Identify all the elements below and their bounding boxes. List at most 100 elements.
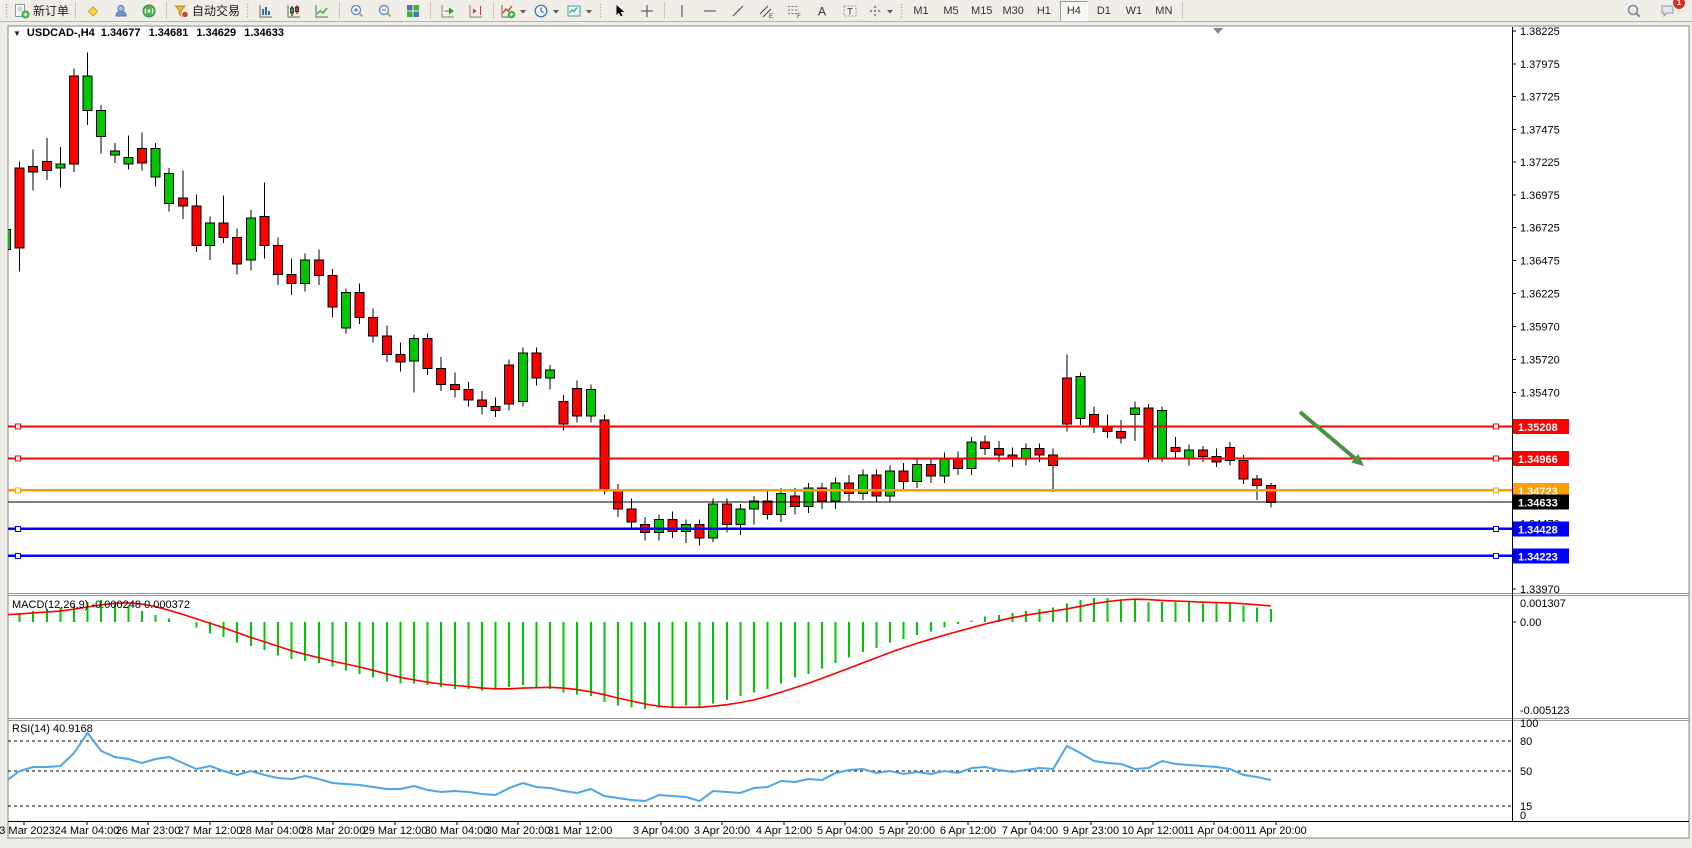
line-anchor-marker[interactable] (16, 424, 21, 429)
candle[interactable] (736, 509, 745, 525)
candle[interactable] (913, 464, 922, 481)
cursor-button[interactable] (605, 0, 633, 22)
candle[interactable] (138, 148, 147, 162)
candle[interactable] (954, 458, 963, 468)
candle[interactable] (777, 493, 786, 514)
candle[interactable] (1144, 408, 1153, 458)
candle[interactable] (246, 218, 255, 260)
candle[interactable] (219, 223, 228, 237)
candle[interactable] (1090, 415, 1099, 427)
timeframe-button-M30[interactable]: M30 (998, 1, 1027, 21)
dropdown-arrow-icon[interactable] (585, 4, 593, 18)
line-anchor-marker[interactable] (1494, 526, 1499, 531)
notifications-button[interactable]: 1 (1654, 0, 1682, 22)
timeframe-button-H1[interactable]: H1 (1030, 1, 1058, 21)
line-anchor-marker[interactable] (16, 456, 21, 461)
auto-scroll-button[interactable] (434, 0, 462, 22)
line-chart-button[interactable] (308, 0, 336, 22)
one-click-trading-arrow-icon[interactable]: ▼ (13, 29, 21, 38)
candle[interactable] (124, 158, 133, 165)
zoom-in-button[interactable] (343, 0, 371, 22)
candle[interactable] (110, 151, 119, 155)
candle[interactable] (314, 260, 323, 276)
line-anchor-marker[interactable] (1494, 424, 1499, 429)
news-signal-button[interactable] (135, 0, 163, 22)
candle[interactable] (233, 238, 242, 264)
candle[interactable] (1253, 479, 1262, 486)
candle[interactable] (654, 519, 663, 532)
timeframe-button-H4[interactable]: H4 (1060, 1, 1088, 21)
candle[interactable] (450, 384, 459, 389)
line-anchor-marker[interactable] (16, 526, 21, 531)
candle[interactable] (831, 483, 840, 501)
candle[interactable] (1239, 460, 1248, 478)
candle[interactable] (845, 483, 854, 493)
timeframe-button-M15[interactable]: M15 (967, 1, 996, 21)
candle[interactable] (151, 148, 160, 177)
timeframe-button-MN[interactable]: MN (1150, 1, 1178, 21)
candle[interactable] (614, 489, 623, 509)
candle[interactable] (178, 198, 187, 206)
candle[interactable] (981, 442, 990, 449)
fibonacci-button[interactable]: F (780, 0, 808, 22)
indicators-button[interactable] (497, 0, 530, 22)
candle[interactable] (42, 161, 51, 170)
candle[interactable] (437, 369, 446, 385)
periods-button[interactable] (530, 0, 563, 22)
candle[interactable] (600, 420, 609, 490)
candle[interactable] (423, 339, 432, 369)
text-label-button[interactable]: T (836, 0, 864, 22)
candle[interactable] (491, 407, 500, 411)
candle[interactable] (1158, 411, 1167, 458)
dropdown-arrow-icon[interactable] (519, 4, 527, 18)
candle[interactable] (2, 230, 11, 250)
dropdown-arrow-icon[interactable] (886, 4, 894, 18)
candlestick-chart-button[interactable] (280, 0, 308, 22)
candle[interactable] (1130, 408, 1139, 415)
timeframe-button-M1[interactable]: M1 (907, 1, 935, 21)
candle[interactable] (287, 274, 296, 283)
candle[interactable] (328, 276, 337, 307)
candle[interactable] (532, 353, 541, 378)
line-anchor-marker[interactable] (1494, 553, 1499, 558)
candle[interactable] (274, 245, 283, 274)
candle[interactable] (478, 400, 487, 407)
mql5-market-button[interactable] (79, 0, 107, 22)
toolbar-grip[interactable] (245, 3, 250, 19)
timeframe-button-M5[interactable]: M5 (937, 1, 965, 21)
new-order-button[interactable]: 新订单 (11, 0, 72, 22)
candle[interactable] (260, 217, 269, 246)
candle[interactable] (369, 318, 378, 336)
line-anchor-marker[interactable] (16, 553, 21, 558)
candle[interactable] (586, 390, 595, 416)
candle[interactable] (546, 370, 555, 378)
candle[interactable] (518, 353, 527, 402)
candle[interactable] (1062, 378, 1071, 424)
candle[interactable] (926, 464, 935, 476)
candle[interactable] (29, 167, 38, 172)
candle[interactable] (192, 206, 201, 245)
candle[interactable] (1171, 447, 1180, 451)
candle[interactable] (342, 293, 351, 328)
dropdown-arrow-icon[interactable] (552, 4, 560, 18)
toolbar-grip[interactable] (4, 3, 9, 19)
line-anchor-marker[interactable] (1494, 456, 1499, 461)
candle[interactable] (994, 449, 1003, 456)
candle[interactable] (1049, 455, 1058, 465)
candle[interactable] (886, 471, 895, 496)
auto-trading-button[interactable]: 自动交易 (170, 0, 243, 22)
equidistant-channel-button[interactable]: E (752, 0, 780, 22)
candle[interactable] (940, 458, 949, 476)
timeframe-button-W1[interactable]: W1 (1120, 1, 1148, 21)
candle[interactable] (301, 260, 310, 284)
candle[interactable] (382, 336, 391, 354)
tile-windows-button[interactable] (399, 0, 427, 22)
candle[interactable] (1198, 450, 1207, 457)
candle[interactable] (83, 76, 92, 110)
candle[interactable] (695, 525, 704, 538)
templates-button[interactable] (563, 0, 596, 22)
candle[interactable] (722, 504, 731, 525)
bar-chart-button[interactable] (252, 0, 280, 22)
timeframe-button-D1[interactable]: D1 (1090, 1, 1118, 21)
candle[interactable] (165, 173, 174, 203)
